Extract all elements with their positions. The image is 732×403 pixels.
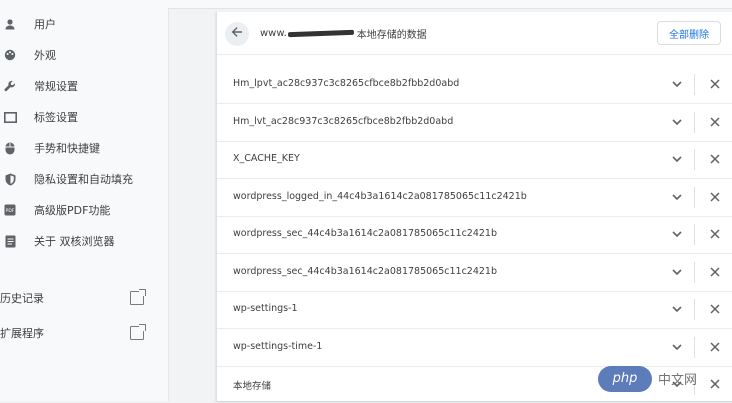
- sidebar-link-label: 扩展程序: [0, 327, 44, 340]
- cookie-name: wordpress_logged_in_44c4b3a1614c2a081785…: [233, 191, 527, 202]
- sidebar-item-users[interactable]: 用户: [0, 11, 168, 37]
- close-icon[interactable]: [707, 113, 723, 131]
- site-suffix: 本地存储的数据: [356, 30, 427, 41]
- pdf-icon: PDF: [3, 203, 17, 217]
- sidebar-item-label: 隐私设置和自动填充: [34, 173, 133, 186]
- sidebar-item-privacy[interactable]: 隐私设置和自动填充: [0, 166, 168, 192]
- cookie-row[interactable]: X_CACHE_KEY: [217, 141, 732, 179]
- divider: [694, 224, 695, 245]
- tab-icon: [3, 110, 17, 124]
- cookie-name: wp-settings-1: [233, 303, 298, 314]
- settings-sidebar: 用户 外观 常规设置 标签设置 手势和快捷键 隐私设置和自动填充 PDF 高级版…: [0, 8, 169, 401]
- sidebar-link-history[interactable]: 历史记录: [0, 287, 168, 309]
- close-icon[interactable]: [707, 150, 723, 168]
- cookie-row[interactable]: Hm_lvt_ac28c937c3c8265cfbce8b2fbb2d0abd: [217, 104, 732, 142]
- mouse-icon: [3, 141, 17, 155]
- cookie-row[interactable]: Hm_lpvt_ac28c937c3c8265cfbce8b2fbb2d0abd: [217, 66, 732, 104]
- chevron-down-icon[interactable]: [669, 300, 685, 318]
- arrow-back-icon: [231, 26, 243, 42]
- cookie-name: wordpress_sec_44c4b3a1614c2a081785065c11…: [233, 228, 497, 239]
- person-icon: [3, 17, 17, 31]
- sidebar-item-label: 手势和快捷键: [34, 142, 100, 155]
- sidebar-link-label: 历史记录: [0, 292, 44, 305]
- divider: [694, 262, 695, 283]
- sidebar-item-label: 标签设置: [34, 111, 78, 124]
- close-icon[interactable]: [707, 338, 723, 356]
- sidebar-item-appearance[interactable]: 外观: [0, 42, 168, 68]
- divider: [694, 337, 695, 358]
- cookie-name: Hm_lpvt_ac28c937c3c8265cfbce8b2fbb2d0abd: [233, 78, 460, 89]
- chevron-down-icon[interactable]: [669, 113, 685, 131]
- sidebar-item-label: 高级版PDF功能: [34, 204, 111, 217]
- site-data-panel: www. 本地存储的数据 全部删除 Hm_lpvt_ac28c937c3c826…: [216, 12, 732, 401]
- sidebar-link-extensions[interactable]: 扩展程序: [0, 322, 168, 344]
- cookie-name: 本地存储: [233, 381, 272, 392]
- delete-all-button[interactable]: 全部删除: [657, 21, 721, 45]
- sidebar-item-label: 外观: [34, 49, 56, 62]
- close-icon[interactable]: [707, 300, 723, 318]
- cookie-name: X_CACHE_KEY: [233, 153, 300, 164]
- cookie-name: Hm_lvt_ac28c937c3c8265cfbce8b2fbb2d0abd: [233, 116, 454, 127]
- redaction-mark: [287, 29, 354, 38]
- shield-icon: [3, 172, 17, 186]
- watermark-text: 中文网: [658, 373, 698, 388]
- sidebar-item-gestures[interactable]: 手势和快捷键: [0, 135, 168, 161]
- chevron-down-icon[interactable]: [669, 188, 685, 206]
- divider: [694, 112, 695, 133]
- info-icon: [3, 234, 17, 248]
- panel-header: www. 本地存储的数据 全部删除: [217, 12, 732, 55]
- sidebar-item-pdf[interactable]: PDF 高级版PDF功能: [0, 197, 168, 223]
- sidebar-item-tabs[interactable]: 标签设置: [0, 104, 168, 130]
- open-in-new-icon: [130, 324, 146, 340]
- chevron-down-icon[interactable]: [669, 263, 685, 281]
- cookie-row[interactable]: wordpress_sec_44c4b3a1614c2a081785065c11…: [217, 216, 732, 254]
- svg-text:PDF: PDF: [6, 208, 15, 214]
- back-button[interactable]: [225, 22, 249, 46]
- cookie-row[interactable]: wordpress_logged_in_44c4b3a1614c2a081785…: [217, 179, 732, 217]
- sidebar-item-general[interactable]: 常规设置: [0, 73, 168, 99]
- chevron-down-icon[interactable]: [669, 338, 685, 356]
- divider: [694, 74, 695, 95]
- chevron-down-icon[interactable]: [669, 75, 685, 93]
- site-title: www. 本地存储的数据: [260, 26, 427, 41]
- close-icon[interactable]: [707, 225, 723, 243]
- cookie-row[interactable]: wp-settings-1: [217, 291, 732, 329]
- cookie-row[interactable]: wordpress_sec_44c4b3a1614c2a081785065c11…: [217, 254, 732, 292]
- cookie-name: wp-settings-time-1: [233, 341, 323, 352]
- site-prefix: www.: [260, 28, 287, 39]
- close-icon[interactable]: [707, 188, 723, 206]
- watermark-badge: php: [598, 365, 652, 392]
- close-icon[interactable]: [707, 75, 723, 93]
- watermark: php 中文网: [598, 356, 732, 401]
- sidebar-item-label: 常规设置: [34, 80, 78, 93]
- wrench-icon: [3, 79, 17, 93]
- open-in-new-icon: [130, 289, 146, 305]
- sidebar-item-label: 关于 双核浏览器: [34, 235, 115, 248]
- sidebar-item-label: 用户: [34, 18, 56, 31]
- close-icon[interactable]: [707, 263, 723, 281]
- chevron-down-icon[interactable]: [669, 150, 685, 168]
- divider: [694, 149, 695, 170]
- cookie-name: wordpress_sec_44c4b3a1614c2a081785065c11…: [233, 266, 497, 277]
- sidebar-item-about[interactable]: 关于 双核浏览器: [0, 228, 168, 254]
- divider: [694, 299, 695, 320]
- palette-icon: [3, 48, 17, 62]
- chevron-down-icon[interactable]: [669, 225, 685, 243]
- divider: [694, 187, 695, 208]
